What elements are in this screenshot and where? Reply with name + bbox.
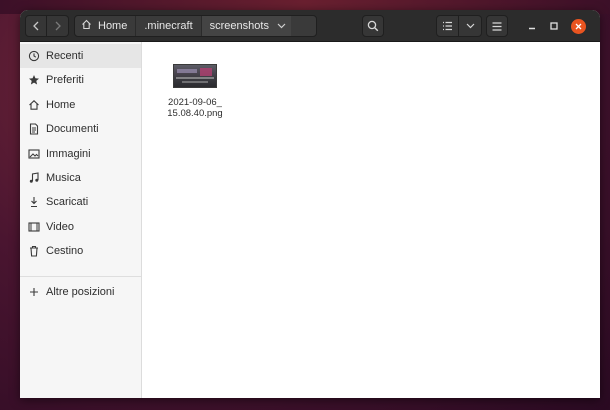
image-thumbnail	[173, 64, 217, 88]
sidebar-item-musica[interactable]: Musica	[20, 166, 141, 190]
main-menu-button[interactable]	[486, 15, 508, 37]
file-name: 2021-09-06_15.08.40.png	[167, 97, 223, 119]
clock-icon	[27, 49, 41, 63]
music-icon	[27, 171, 41, 185]
sidebar-item-recenti[interactable]: Recenti	[20, 44, 141, 68]
navigation-buttons	[25, 15, 69, 37]
breadcrumb-minecraft[interactable]: .minecraft	[136, 16, 202, 36]
home-icon	[81, 19, 92, 33]
back-button[interactable]	[25, 15, 47, 37]
view-options-button[interactable]	[459, 15, 482, 37]
close-icon	[575, 23, 581, 29]
sidebar-item-label: Video	[46, 221, 74, 233]
sidebar-item-label: Altre posizioni	[46, 286, 115, 298]
forward-button[interactable]	[47, 15, 69, 37]
video-icon	[27, 220, 41, 234]
hamburger-menu-icon	[492, 21, 502, 31]
file-manager-window: Home .minecraft screenshots Recenti Pref…	[20, 10, 600, 398]
breadcrumb-home[interactable]: Home	[75, 16, 137, 36]
trash-icon	[27, 244, 41, 258]
sidebar-item-cestino[interactable]: Cestino	[20, 239, 141, 263]
home-icon	[27, 98, 41, 112]
file-view: 2021-09-06_15.08.40.png	[143, 42, 600, 398]
sidebar-item-label: Recenti	[46, 50, 84, 62]
list-view-button[interactable]	[436, 15, 459, 37]
chevron-left-icon	[33, 21, 39, 31]
plus-icon	[27, 285, 41, 299]
breadcrumb: Home .minecraft screenshots	[74, 15, 317, 37]
search-button[interactable]	[362, 15, 384, 37]
sidebar-item-label: Documenti	[46, 123, 99, 135]
minimize-button[interactable]	[524, 18, 540, 34]
sidebar-item-label: Immagini	[46, 148, 91, 160]
chevron-right-icon	[55, 21, 61, 31]
header-bar: Home .minecraft screenshots	[20, 10, 600, 42]
breadcrumb-label: screenshots	[209, 20, 269, 32]
sidebar-item-label: Home	[46, 99, 76, 111]
sidebar-item-altre-posizioni[interactable]: Altre posizioni	[20, 280, 141, 304]
sidebar-item-video[interactable]: Video	[20, 215, 141, 239]
breadcrumb-label: Home	[98, 20, 128, 32]
breadcrumb-label: .minecraft	[144, 20, 193, 32]
sidebar-item-immagini[interactable]: Immagini	[20, 142, 141, 166]
close-button[interactable]	[570, 18, 586, 34]
chevron-down-icon[interactable]	[277, 21, 286, 31]
chevron-down-icon	[466, 23, 474, 29]
maximize-icon	[550, 22, 558, 30]
document-icon	[27, 122, 41, 136]
download-icon	[27, 195, 41, 209]
close-circle	[570, 18, 586, 34]
minimize-icon	[529, 27, 535, 30]
sidebar-item-preferiti[interactable]: Preferiti	[20, 68, 141, 92]
sidebar-item-documenti[interactable]: Documenti	[20, 117, 141, 141]
image-icon	[27, 147, 41, 161]
sidebar-item-home[interactable]: Home	[20, 93, 141, 117]
view-switcher	[436, 15, 482, 37]
sidebar-item-label: Preferiti	[46, 74, 84, 86]
sidebar-item-scaricati[interactable]: Scaricati	[20, 190, 141, 214]
sidebar-item-label: Cestino	[46, 245, 84, 257]
maximize-button[interactable]	[546, 18, 562, 34]
star-icon	[27, 73, 41, 87]
list-view-icon	[443, 21, 452, 31]
sidebar: Recenti Preferiti Home Documenti Immagin…	[20, 42, 142, 398]
search-icon	[367, 20, 379, 32]
sidebar-item-label: Scaricati	[46, 196, 89, 208]
breadcrumb-screenshots[interactable]: screenshots	[201, 16, 291, 36]
sidebar-divider	[20, 276, 141, 277]
sidebar-item-label: Musica	[46, 172, 81, 184]
